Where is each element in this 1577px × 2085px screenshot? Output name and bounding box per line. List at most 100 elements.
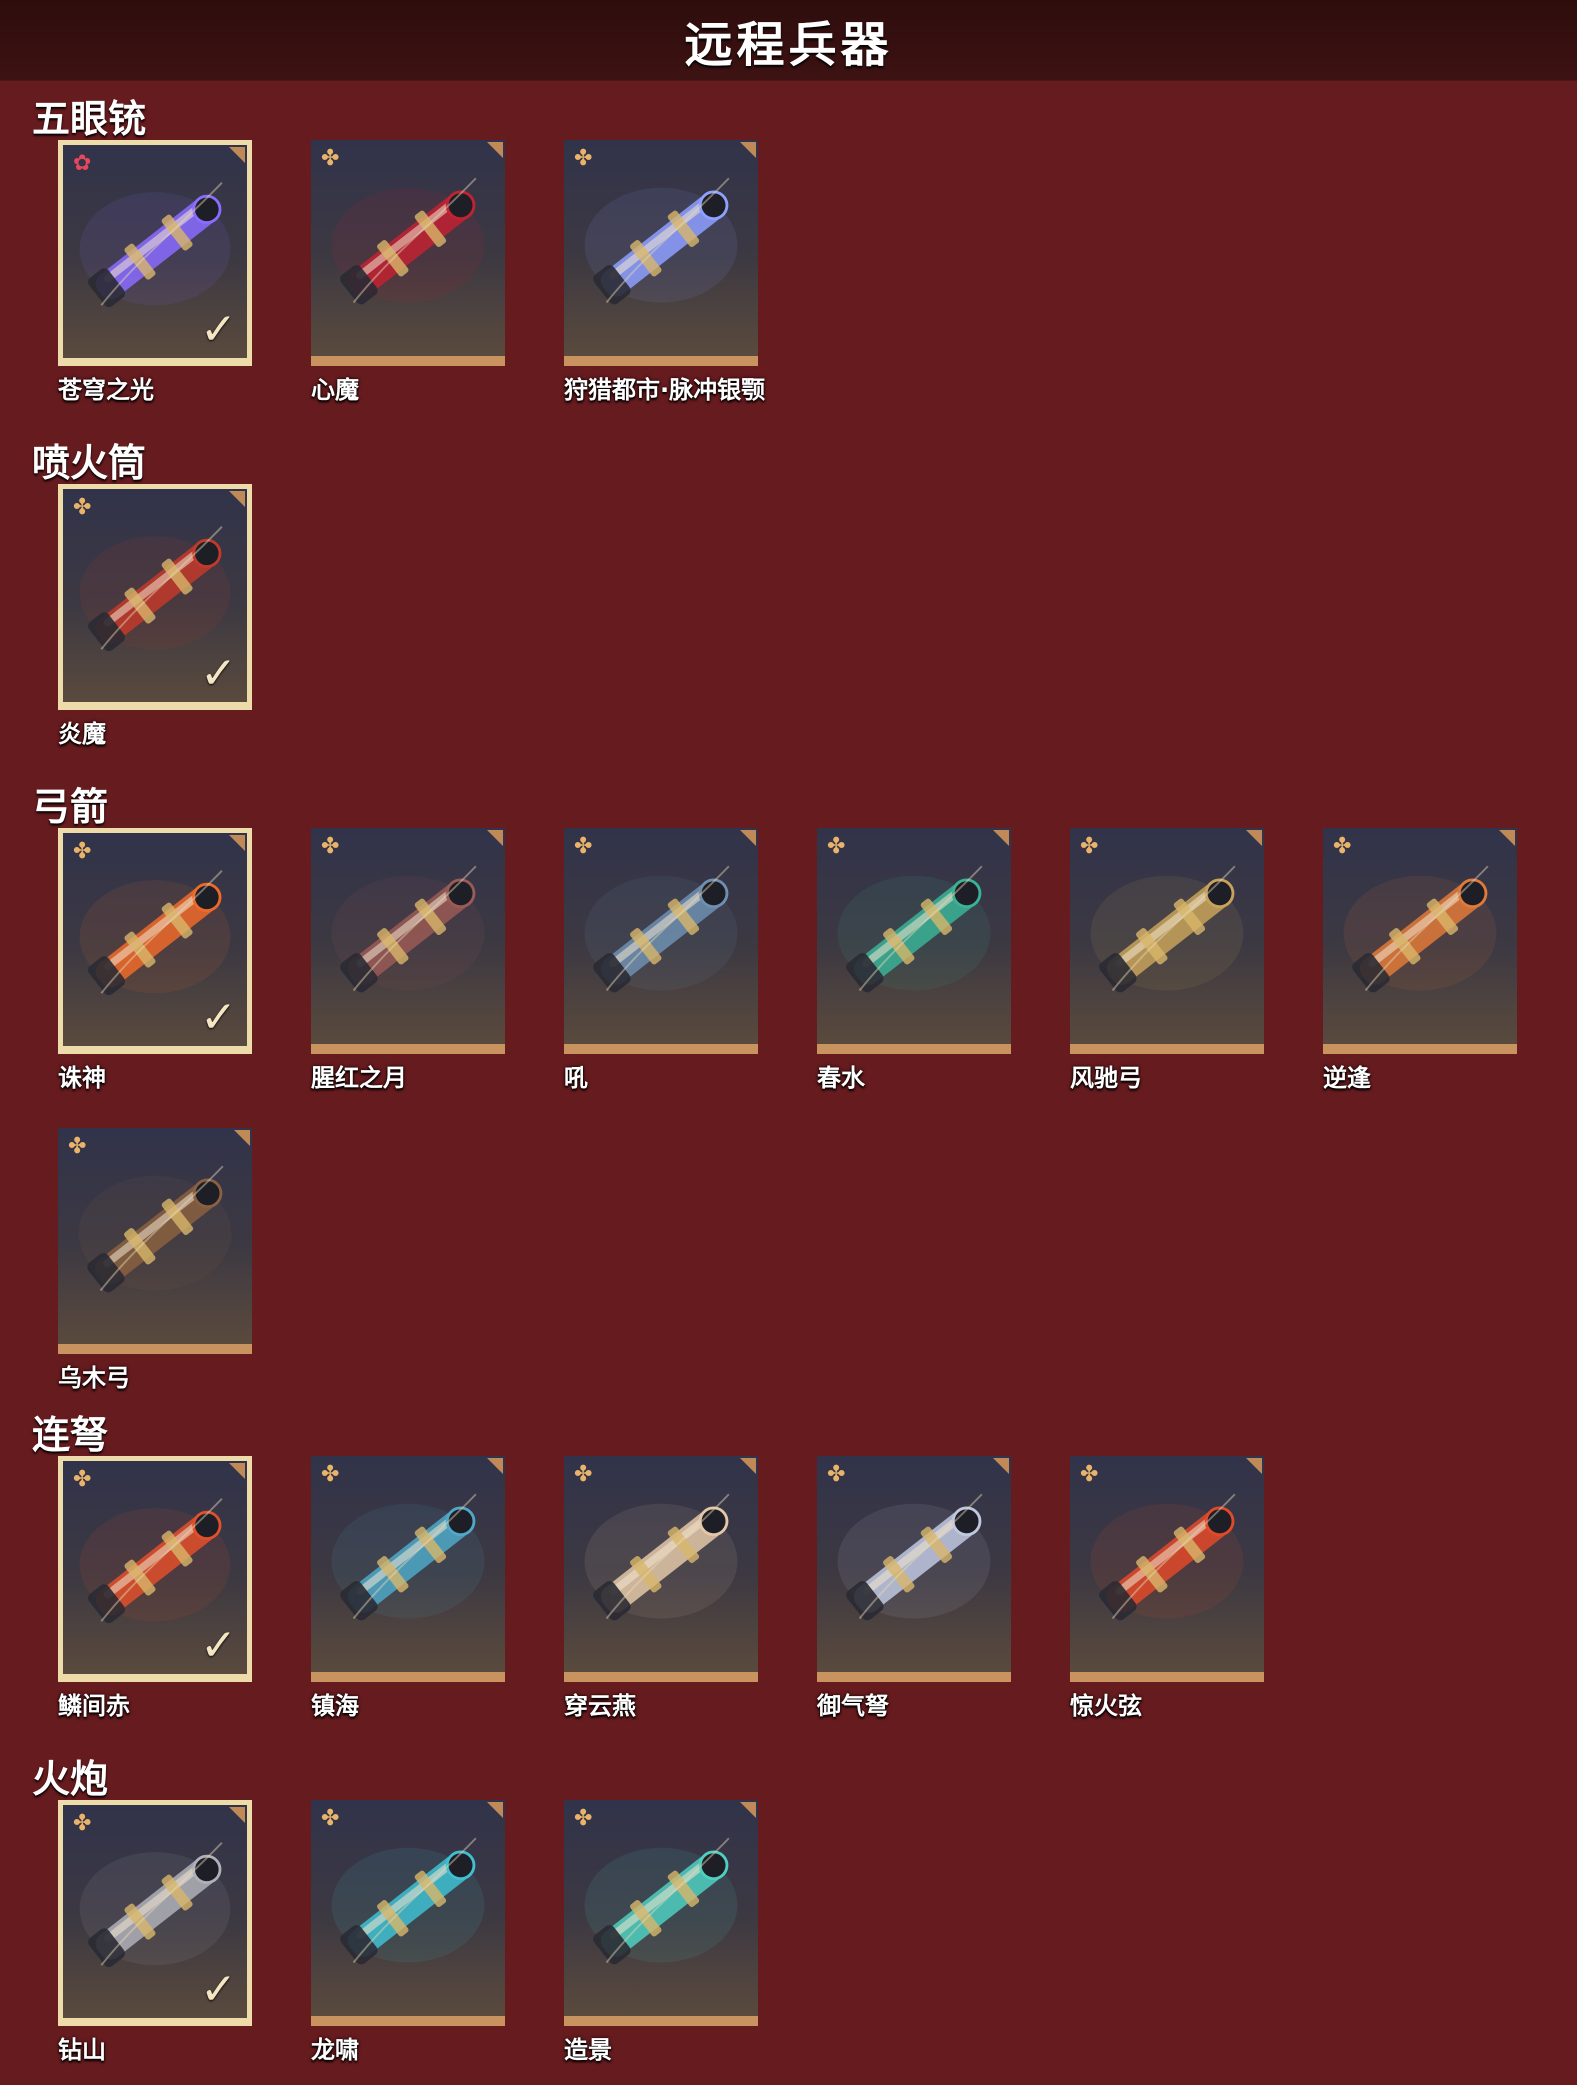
weapon-card[interactable]: ✤	[564, 828, 758, 1054]
check-icon: ✓	[200, 1620, 237, 1671]
page-title: 远程兵器	[684, 17, 893, 73]
weapon-name: 春水	[817, 1064, 865, 1092]
corner-tag-icon	[1246, 1458, 1262, 1474]
weapon-card[interactable]: ✤	[1070, 828, 1264, 1054]
weapon-art	[331, 1493, 485, 1621]
corner-tag-icon	[740, 1458, 756, 1474]
weapon-art	[1090, 1493, 1244, 1621]
weapon-card[interactable]: ✤ ✓	[58, 828, 252, 1054]
section-title: 喷火筒	[32, 441, 147, 485]
weapon-card[interactable]: ✤	[564, 1456, 758, 1682]
weapon-name: 腥红之月	[311, 1064, 407, 1092]
weapon-art	[331, 177, 485, 305]
gold-flower-icon: ✤	[574, 1806, 593, 1831]
gold-flower-icon: ✤	[73, 1467, 92, 1492]
weapon-name: 钻山	[58, 2036, 106, 2064]
weapon-item[interactable]: ✤ 风驰弓	[1070, 828, 1264, 1092]
weapon-item[interactable]: ✤ 乌木弓	[58, 1128, 252, 1392]
section-title: 弓箭	[32, 785, 109, 829]
weapon-card[interactable]: ✤	[311, 1800, 505, 2026]
corner-tag-icon	[487, 830, 503, 846]
section-title: 五眼铳	[32, 97, 147, 141]
gold-flower-icon: ✤	[1080, 834, 1099, 859]
gold-flower-icon: ✤	[574, 834, 593, 859]
gold-flower-icon: ✤	[73, 839, 92, 864]
weapon-item[interactable]: ✤ 吼	[564, 828, 758, 1092]
weapon-card[interactable]: ✤	[311, 140, 505, 366]
corner-tag-icon	[740, 830, 756, 846]
gold-flower-icon: ✤	[1080, 1462, 1099, 1487]
weapon-card[interactable]: ✤	[817, 828, 1011, 1054]
weapon-name: 乌木弓	[58, 1364, 130, 1392]
weapon-art	[584, 1837, 738, 1965]
weapon-card[interactable]: ✤	[311, 828, 505, 1054]
weapon-card[interactable]: ✤	[58, 1128, 252, 1354]
red-flower-icon: ✿	[73, 151, 92, 176]
weapon-name: 御气弩	[817, 1692, 889, 1720]
gold-flower-icon: ✤	[321, 146, 340, 171]
weapon-name: 风驰弓	[1070, 1064, 1142, 1092]
corner-tag-icon	[993, 830, 1009, 846]
weapon-grid: ✿ ✓ 苍穹之光 ✤ 心魔 ✤ 狩猎都市·脉冲银颚	[58, 140, 1517, 404]
weapon-card[interactable]: ✤	[564, 140, 758, 366]
corner-tag-icon	[740, 142, 756, 158]
check-icon: ✓	[200, 648, 237, 699]
gold-flower-icon: ✤	[68, 1134, 87, 1159]
weapon-card[interactable]: ✤	[1070, 1456, 1264, 1682]
corner-tag-icon	[993, 1458, 1009, 1474]
weapon-name: 炎魔	[58, 720, 106, 748]
gold-flower-icon: ✤	[574, 1462, 593, 1487]
check-icon: ✓	[200, 1964, 237, 2015]
weapon-item[interactable]: ✤ ✓ 钻山	[58, 1800, 252, 2064]
gold-flower-icon: ✤	[827, 1462, 846, 1487]
corner-tag-icon	[1499, 830, 1515, 846]
weapon-card[interactable]: ✤ ✓	[58, 1800, 252, 2026]
weapon-item[interactable]: ✤ 镇海	[311, 1456, 505, 1720]
weapon-item[interactable]: ✤ 御气弩	[817, 1456, 1011, 1720]
weapon-item[interactable]: ✤ ✓ 炎魔	[58, 484, 252, 748]
weapon-name: 造景	[564, 2036, 612, 2064]
weapon-name: 镇海	[311, 1692, 359, 1720]
gold-flower-icon: ✤	[574, 146, 593, 171]
corner-tag-icon	[229, 1463, 245, 1479]
weapon-grid: ✤ ✓ 诛神 ✤ 腥红之月 ✤ 吼 ✤ 春水 ✤ 风驰弓 ✤ 逆逢 ✤ 乌木弓	[58, 828, 1517, 1392]
weapon-item[interactable]: ✤ 穿云燕	[564, 1456, 758, 1720]
weapon-art	[584, 177, 738, 305]
weapon-item[interactable]: ✤ 造景	[564, 1800, 758, 2064]
weapon-card[interactable]: ✤ ✓	[58, 484, 252, 710]
weapon-item[interactable]: ✤ 腥红之月	[311, 828, 505, 1092]
corner-tag-icon	[487, 1802, 503, 1818]
weapon-card[interactable]: ✤	[311, 1456, 505, 1682]
weapon-card[interactable]: ✤	[564, 1800, 758, 2026]
gold-flower-icon: ✤	[1333, 834, 1352, 859]
weapon-name: 穿云燕	[564, 1692, 636, 1720]
weapon-art	[78, 1165, 232, 1293]
weapon-name: 狩猎都市·脉冲银颚	[564, 376, 766, 404]
weapon-card[interactable]: ✤	[1323, 828, 1517, 1054]
weapon-item[interactable]: ✤ ✓ 诛神	[58, 828, 252, 1092]
weapon-grid: ✤ ✓ 鳞间赤 ✤ 镇海 ✤ 穿云燕 ✤ 御气弩 ✤ 惊火弦	[58, 1456, 1517, 1720]
weapon-item[interactable]: ✤ 惊火弦	[1070, 1456, 1264, 1720]
weapon-item[interactable]: ✿ ✓ 苍穹之光	[58, 140, 252, 404]
corner-tag-icon	[229, 491, 245, 507]
gold-flower-icon: ✤	[827, 834, 846, 859]
weapon-art	[331, 1837, 485, 1965]
weapon-item[interactable]: ✤ 心魔	[311, 140, 505, 404]
weapon-card[interactable]: ✿ ✓	[58, 140, 252, 366]
corner-tag-icon	[229, 835, 245, 851]
header-bar: 远程兵器	[0, 0, 1577, 81]
weapon-name: 苍穹之光	[58, 376, 154, 404]
weapon-item[interactable]: ✤ 龙啸	[311, 1800, 505, 2064]
weapon-item[interactable]: ✤ 春水	[817, 828, 1011, 1092]
weapon-item[interactable]: ✤ 逆逢	[1323, 828, 1517, 1092]
gold-flower-icon: ✤	[73, 495, 92, 520]
weapon-art	[837, 865, 991, 993]
weapon-art	[331, 865, 485, 993]
weapon-name: 诛神	[58, 1064, 106, 1092]
section-title: 连弩	[32, 1413, 109, 1457]
weapon-item[interactable]: ✤ 狩猎都市·脉冲银颚	[564, 140, 765, 404]
weapon-card[interactable]: ✤	[817, 1456, 1011, 1682]
weapon-card[interactable]: ✤ ✓	[58, 1456, 252, 1682]
corner-tag-icon	[234, 1130, 250, 1146]
weapon-item[interactable]: ✤ ✓ 鳞间赤	[58, 1456, 252, 1720]
